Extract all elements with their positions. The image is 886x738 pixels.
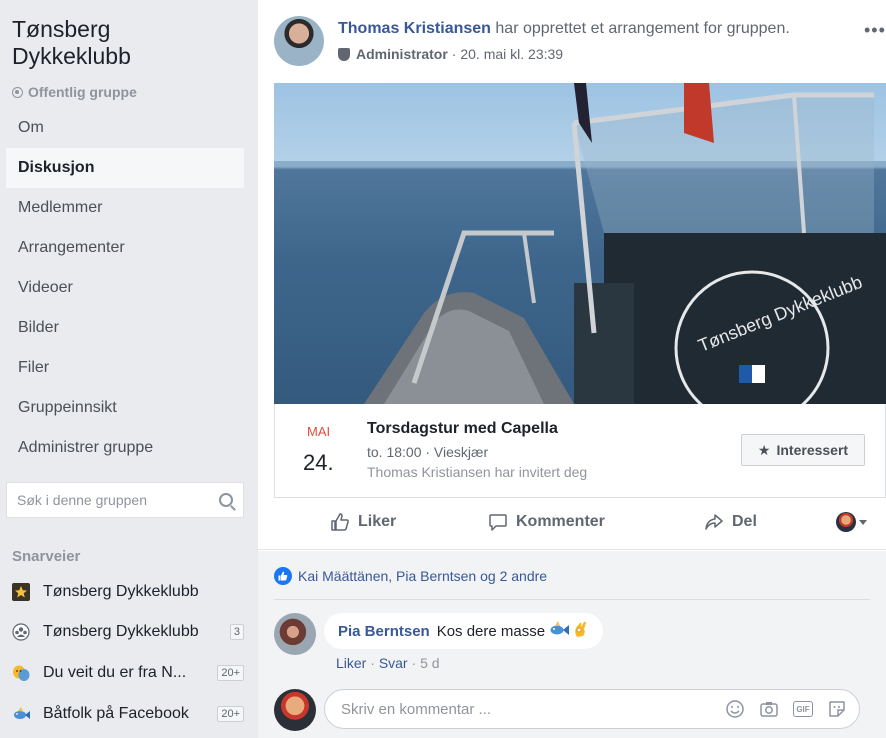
share-button[interactable]: Del — [704, 512, 757, 532]
commenter-avatar[interactable] — [274, 613, 316, 655]
event-time-place: to. 18:00 · Vieskjær — [367, 444, 489, 460]
comment-actions: Liker · Svar · 5 d — [336, 655, 440, 671]
comment-label: Kommenter — [516, 513, 605, 530]
fish-emoji-icon — [549, 621, 570, 641]
group-type: Offentlig gruppe — [12, 84, 137, 100]
post-header: Thomas Kristiansen har opprettet et arra… — [338, 20, 790, 38]
comment-age[interactable]: 5 d — [420, 655, 439, 671]
star-icon: ★ — [757, 441, 771, 458]
like-reaction-icon — [274, 567, 292, 585]
fish-icon — [12, 705, 30, 723]
shortcut-badge: 20+ — [217, 665, 244, 681]
post-meta: Administrator · 20. mai kl. 23:39 — [338, 46, 563, 62]
group-nav: Om Diskusjon Medlemmer Arrangementer Vid… — [6, 108, 244, 468]
share-label: Del — [732, 513, 757, 530]
emoji-icon[interactable] — [725, 699, 745, 719]
author-role: Administrator — [356, 46, 448, 62]
comment-button[interactable]: Kommenter — [488, 512, 605, 532]
shortcut-item[interactable]: Tønsberg Dykkeklubb 3 — [12, 620, 248, 644]
share-arrow-icon — [704, 512, 724, 532]
nav-item-medlemmer[interactable]: Medlemmer — [6, 188, 244, 228]
nav-item-arrangementer[interactable]: Arrangementer — [6, 228, 244, 268]
author-name[interactable]: Thomas Kristiansen — [338, 20, 491, 37]
interested-label: Interessert — [776, 442, 849, 458]
comment-text: Kos dere masse — [436, 622, 546, 640]
camera-icon[interactable] — [759, 699, 779, 719]
masks-icon — [12, 664, 30, 682]
post-action-text: har opprettet et arrangement for gruppen… — [495, 20, 790, 37]
event-cover-photo[interactable]: Tønsberg Dykkeklubb — [274, 83, 886, 404]
event-day: 24. — [303, 450, 334, 475]
composer-tools: GIF — [725, 699, 847, 719]
group-title[interactable]: Tønsberg Dykkeklubb — [12, 16, 232, 70]
search-icon[interactable] — [219, 493, 233, 507]
gif-icon[interactable]: GIF — [793, 701, 813, 717]
thumbs-up-icon — [330, 512, 350, 532]
comment-bubble: Pia Berntsen Kos dere masse — [324, 613, 604, 649]
speech-bubble-icon — [488, 512, 508, 532]
nav-item-diskusjon[interactable]: Diskusjon — [6, 148, 244, 188]
shield-icon — [338, 47, 350, 61]
nav-item-administrer[interactable]: Administrer gruppe — [6, 428, 244, 468]
group-search — [6, 482, 244, 518]
comment-composer: GIF — [324, 689, 860, 729]
post-date[interactable]: · 20. mai kl. 23:39 — [452, 46, 563, 62]
event-invited-by: Thomas Kristiansen har invitert deg — [367, 464, 588, 480]
post-card: Thomas Kristiansen har opprettet et arra… — [258, 0, 886, 738]
group-search-input[interactable] — [17, 492, 219, 508]
comment-reply-link[interactable]: Svar — [379, 655, 408, 671]
interested-button[interactable]: ★ Interessert — [741, 434, 865, 466]
separator: · — [411, 655, 421, 671]
commenter-name[interactable]: Pia Berntsen — [338, 623, 430, 640]
nav-item-bilder[interactable]: Bilder — [6, 308, 244, 348]
separator: · — [370, 655, 379, 671]
group-icon — [12, 623, 30, 641]
nav-item-videoer[interactable]: Videoer — [6, 268, 244, 308]
author-avatar[interactable] — [274, 16, 324, 66]
shortcut-label: Tønsberg Dykkeklubb — [43, 583, 199, 600]
sidebar: Tønsberg Dykkeklubb Offentlig gruppe Om … — [0, 0, 258, 738]
globe-icon — [12, 86, 23, 98]
comments-section: Kai Määttänen, Pia Berntsen og 2 andre P… — [258, 551, 886, 738]
shortcut-label: Båtfolk på Facebook — [43, 705, 189, 722]
shortcut-label: Tønsberg Dykkeklubb — [43, 623, 199, 640]
nav-item-gruppeinnsikt[interactable]: Gruppeinnsikt — [6, 388, 244, 428]
sticker-icon[interactable] — [827, 699, 847, 719]
star-icon — [12, 583, 30, 601]
post-as-selector[interactable] — [836, 512, 867, 532]
post-actions: Liker Kommenter Del — [258, 498, 886, 550]
nav-item-om[interactable]: Om — [6, 108, 244, 148]
shortcut-label: Du veit du er fra N... — [43, 664, 187, 681]
reactions-text: Kai Määttänen, Pia Berntsen og 2 andre — [298, 568, 548, 584]
chevron-down-icon — [859, 519, 867, 525]
like-label: Liker — [358, 513, 397, 530]
shortcut-item[interactable]: Du veit du er fra N... 20+ — [12, 661, 248, 685]
event-month: MAI — [307, 424, 331, 439]
nav-item-filer[interactable]: Filer — [6, 348, 244, 388]
shortcut-item[interactable]: Tønsberg Dykkeklubb — [12, 580, 248, 604]
reactions-summary[interactable]: Kai Määttänen, Pia Berntsen og 2 andre — [274, 567, 547, 585]
current-user-avatar — [274, 689, 316, 731]
shortcut-item[interactable]: Båtfolk på Facebook 20+ — [12, 702, 248, 726]
shortcut-badge: 3 — [229, 624, 244, 640]
event-summary[interactable]: MAI 24. Torsdagstur med Capella to. 18:0… — [274, 404, 886, 498]
shortcuts-title: Snarveier — [12, 548, 81, 565]
user-avatar — [836, 512, 856, 532]
comment-input[interactable] — [341, 700, 725, 718]
comment-like-link[interactable]: Liker — [336, 655, 366, 671]
divider — [274, 599, 870, 600]
group-type-label: Offentlig gruppe — [28, 84, 137, 100]
more-options-icon[interactable]: ••• — [864, 20, 886, 41]
ok-hand-emoji-icon — [573, 620, 589, 642]
event-title[interactable]: Torsdagstur med Capella — [367, 420, 558, 438]
like-button[interactable]: Liker — [330, 512, 396, 532]
shortcut-badge: 20+ — [217, 706, 244, 722]
